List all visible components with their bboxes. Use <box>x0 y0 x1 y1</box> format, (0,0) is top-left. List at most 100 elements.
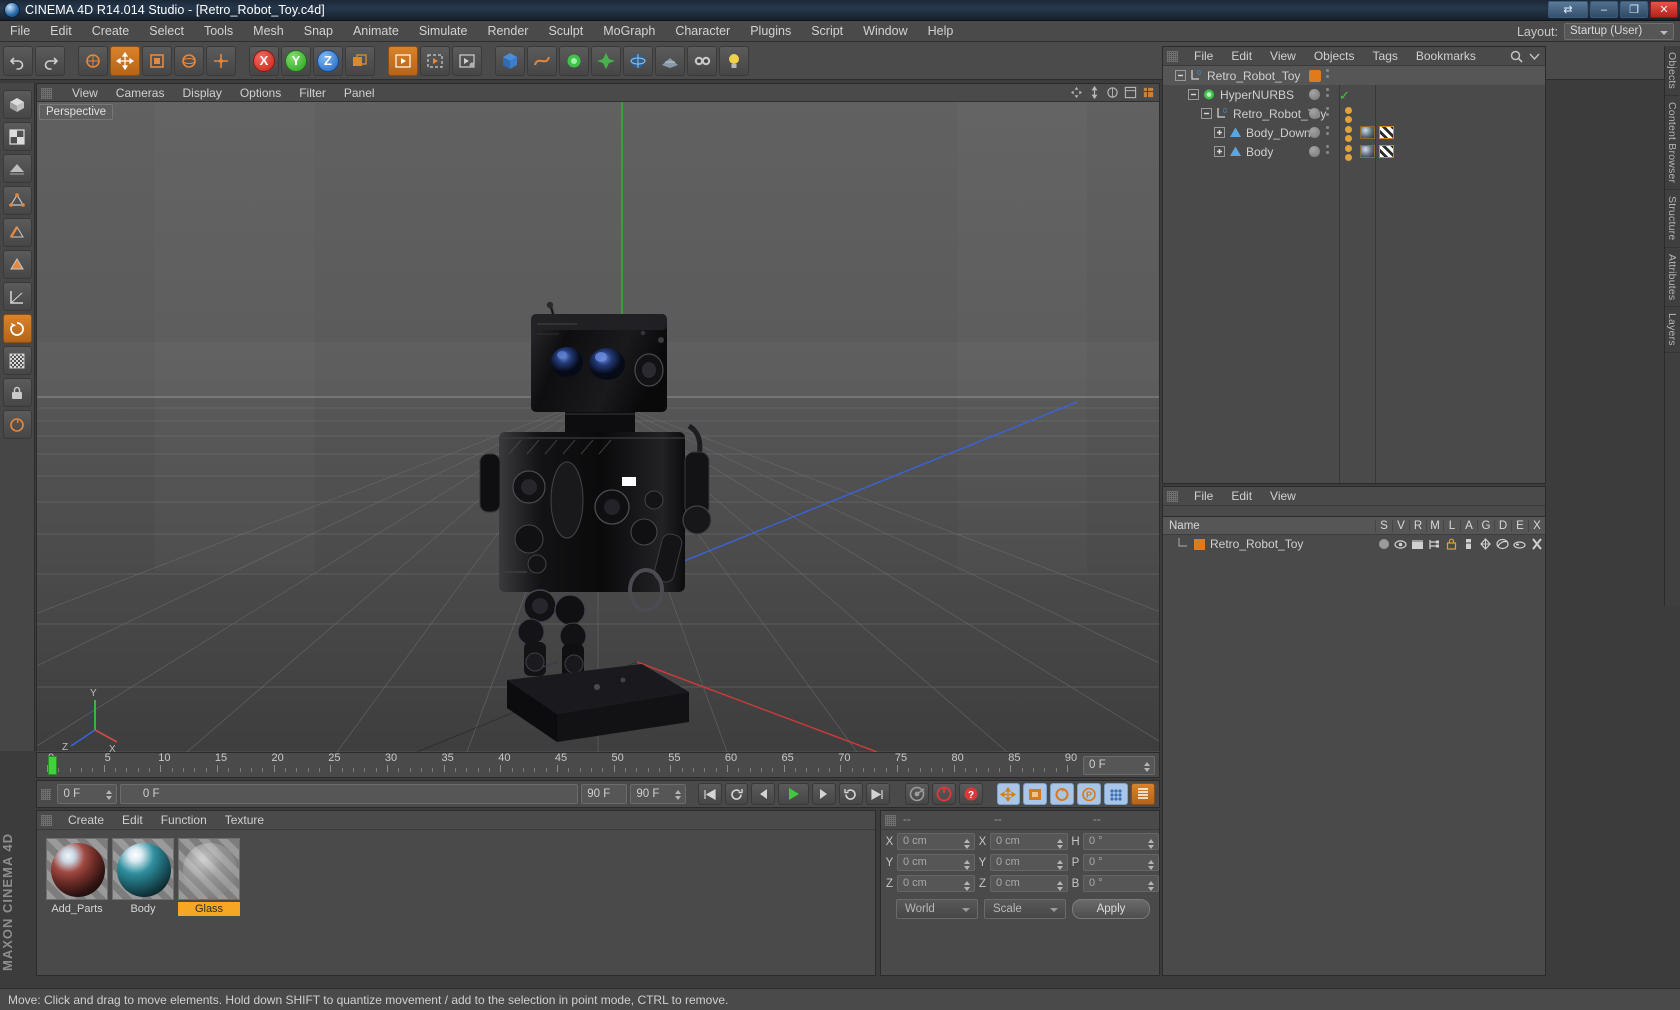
uv-tag-icon[interactable] <box>1379 126 1394 139</box>
position-x-field[interactable]: 0 cm <box>897 833 975 850</box>
rotate-button[interactable] <box>174 45 204 76</box>
object-menu-tags[interactable]: Tags <box>1364 49 1407 63</box>
add-light-button[interactable] <box>719 45 749 76</box>
point-level-animation-button[interactable] <box>1104 783 1129 805</box>
play-button[interactable] <box>778 783 809 805</box>
layer-cell-a[interactable] <box>1460 538 1477 550</box>
layer-col-m[interactable]: M <box>1426 519 1443 532</box>
expand-collapse-icon[interactable] <box>1175 70 1186 81</box>
timeline-ruler[interactable]: 051015202530354045505560657075808590 <box>47 752 1077 779</box>
viewport-canvas[interactable]: Y X Z <box>37 102 1159 752</box>
polygons-mode-tool[interactable] <box>2 250 32 279</box>
timeline-playhead[interactable] <box>48 756 57 775</box>
layer-cell-s[interactable] <box>1375 539 1392 549</box>
layer-name-cell[interactable]: Retro_Robot_Toy <box>1163 537 1375 551</box>
tab-objects[interactable]: Objects <box>1665 46 1679 96</box>
move-button[interactable] <box>110 45 140 76</box>
layer-col-e[interactable]: E <box>1511 519 1528 532</box>
object-row[interactable]: 0 Retro_Robot_Toy <box>1163 104 1545 123</box>
menu-tools[interactable]: Tools <box>194 21 243 42</box>
scale-key-button[interactable] <box>1023 783 1048 805</box>
layer-cell-m[interactable] <box>1426 539 1443 550</box>
add-generator-button[interactable] <box>559 45 589 76</box>
size-x-field[interactable]: 0 cm <box>990 833 1068 850</box>
add-floor-button[interactable] <box>655 45 685 76</box>
layer-col-r[interactable]: R <box>1409 519 1426 532</box>
step-forward-button[interactable] <box>811 783 836 805</box>
zoom-icon[interactable] <box>1088 86 1101 99</box>
object-label[interactable]: Body <box>1246 145 1273 159</box>
material-thumbnail[interactable] <box>112 838 174 900</box>
expand-collapse-icon[interactable] <box>1214 127 1225 138</box>
points-mode-tool[interactable] <box>2 186 32 215</box>
menu-edit[interactable]: Edit <box>40 21 82 42</box>
menu-snap[interactable]: Snap <box>294 21 343 42</box>
end-frame-field[interactable]: 90 F <box>630 784 686 804</box>
material-name[interactable]: Add_Parts <box>46 902 108 916</box>
magnifier-icon[interactable] <box>1510 50 1523 63</box>
layer-col-x[interactable]: X <box>1528 519 1545 532</box>
animbar-grip-icon[interactable] <box>41 788 52 800</box>
object-editor-dots[interactable] <box>1326 126 1329 138</box>
timeline-ruler-bar[interactable]: 051015202530354045505560657075808590 0 F <box>36 752 1160 778</box>
layout-dropdown[interactable]: Startup (User) <box>1564 23 1674 40</box>
object-menu-objects[interactable]: Objects <box>1305 49 1364 63</box>
layer-row[interactable]: Retro_Robot_Toy <box>1163 535 1545 553</box>
position-z-field[interactable]: 0 cm <box>897 875 975 892</box>
config-icon[interactable] <box>1142 86 1155 99</box>
object-editor-dots[interactable] <box>1326 107 1329 119</box>
redo-button[interactable] <box>35 45 65 76</box>
layer-col-g[interactable]: G <box>1477 519 1494 532</box>
menu-simulate[interactable]: Simulate <box>409 21 478 42</box>
rotation-key-button[interactable] <box>1050 783 1075 805</box>
material-menu-edit[interactable]: Edit <box>113 813 152 827</box>
viewport-camera-label[interactable]: Perspective <box>39 104 114 120</box>
layer-col-s[interactable]: S <box>1375 519 1392 532</box>
object-editor-dots[interactable] <box>1326 145 1329 157</box>
object-visibility-dot[interactable] <box>1309 89 1320 100</box>
tab-attributes[interactable]: Attributes <box>1665 248 1679 307</box>
object-tag-dots[interactable] <box>1345 144 1352 163</box>
rotation-h-field[interactable]: 0 ° <box>1083 833 1159 850</box>
tab-layers[interactable]: Layers <box>1665 307 1679 353</box>
minimize-button[interactable]: – <box>1590 1 1618 18</box>
undo-button[interactable] <box>3 45 33 76</box>
menu-animate[interactable]: Animate <box>343 21 409 42</box>
rotate-icon[interactable] <box>1106 86 1119 99</box>
layer-cell-g[interactable] <box>1477 538 1494 550</box>
tab-content-browser[interactable]: Content Browser <box>1665 96 1679 191</box>
go-to-start-button[interactable] <box>697 783 722 805</box>
record-active-objects-button[interactable] <box>905 783 930 805</box>
keyframe-selection-button[interactable]: ? <box>958 783 983 805</box>
object-label[interactable]: HyperNURBS <box>1220 88 1294 102</box>
layer-cell-r[interactable] <box>1409 539 1426 550</box>
object-visibility-dot[interactable] <box>1309 146 1320 157</box>
menu-select[interactable]: Select <box>139 21 194 42</box>
lock-tool[interactable] <box>2 378 32 407</box>
axis-modify-button[interactable] <box>206 45 236 76</box>
material-name[interactable]: Glass <box>178 902 240 916</box>
layer-cell-e[interactable] <box>1511 539 1528 550</box>
add-cube-button[interactable] <box>495 45 525 76</box>
autokeying-button[interactable] <box>932 783 956 805</box>
object-menu-edit[interactable]: Edit <box>1222 49 1261 63</box>
layer-cell-v[interactable] <box>1392 539 1409 550</box>
object-visibility-dot[interactable] <box>1309 70 1321 82</box>
maximize-button[interactable]: ❐ <box>1620 1 1648 18</box>
rotation-p-field[interactable]: 0 ° <box>1083 854 1159 871</box>
apply-button[interactable]: Apply <box>1072 898 1150 919</box>
world-axis-button[interactable] <box>345 45 375 76</box>
object-label[interactable]: Body_Down <box>1246 126 1311 140</box>
play-back-loop-button[interactable] <box>724 783 749 805</box>
material-thumbnail[interactable] <box>178 838 240 900</box>
restore-dual-button[interactable]: ⇄ <box>1548 1 1588 18</box>
pan-icon[interactable] <box>1070 86 1083 99</box>
object-grip-icon[interactable] <box>1167 51 1178 62</box>
viewport-menu-view[interactable]: View <box>63 86 107 100</box>
edges-mode-tool[interactable] <box>2 218 32 247</box>
material-menu-texture[interactable]: Texture <box>216 813 273 827</box>
attribute-menu-view[interactable]: View <box>1261 489 1305 503</box>
object-row[interactable]: HyperNURBS ✓ <box>1163 85 1545 104</box>
size-mode-dropdown[interactable]: Scale <box>984 898 1066 919</box>
parameter-key-button[interactable]: P <box>1077 783 1102 805</box>
